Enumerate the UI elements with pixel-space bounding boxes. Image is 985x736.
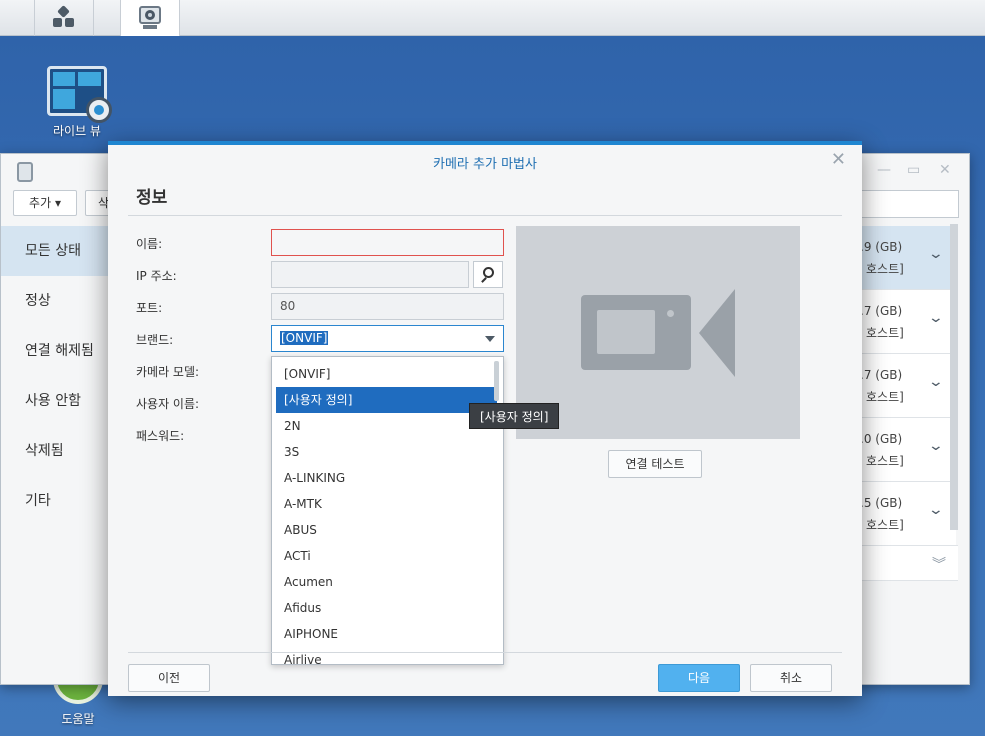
- camera-row[interactable]: .9 (GB) 호스트] ⌄: [852, 226, 956, 290]
- camera-storage-size: .9 (GB): [860, 240, 903, 254]
- main-menu-button[interactable]: [34, 0, 94, 36]
- previous-button[interactable]: 이전: [128, 664, 210, 692]
- dropdown-option[interactable]: ACTi: [272, 543, 503, 569]
- sidebar-item-all[interactable]: 모든 상태: [1, 226, 111, 276]
- camera-host: 호스트]: [866, 262, 904, 276]
- port-label: 포트:: [136, 301, 163, 315]
- add-camera-button[interactable]: 추가 ▾: [13, 190, 77, 216]
- scrollbar[interactable]: [494, 361, 499, 401]
- dropdown-option[interactable]: Airlive: [272, 647, 503, 664]
- brand-select[interactable]: [ONVIF]: [271, 325, 504, 352]
- password-label: 패스워드:: [136, 429, 185, 443]
- camera-row[interactable]: .7 (GB) 호스트] ⌄: [852, 290, 956, 354]
- dropdown-option[interactable]: [사용자 정의]: [276, 387, 497, 413]
- surveillance-camera-icon: [17, 162, 33, 182]
- dropdown-option[interactable]: Afidus: [272, 595, 503, 621]
- dialog-title: 카메라 추가 마법사: [433, 157, 537, 172]
- desktop-icon-label: 도움말: [61, 712, 95, 726]
- camera-storage-size: .7 (GB): [860, 304, 903, 318]
- surveillance-station-taskbar-button[interactable]: [120, 0, 180, 36]
- tooltip: [사용자 정의]: [469, 403, 560, 429]
- camera-row[interactable]: .5 (GB) 호스트] ⌄: [852, 482, 956, 546]
- video-camera-icon: [581, 295, 691, 370]
- camera-host: 호스트]: [866, 390, 904, 404]
- camera-row[interactable]: .0 (GB) 호스트] ⌄: [852, 418, 956, 482]
- search-input[interactable]: [861, 190, 959, 218]
- name-field[interactable]: [271, 229, 504, 256]
- cancel-button[interactable]: 취소: [750, 664, 832, 692]
- dropdown-option[interactable]: A-MTK: [272, 491, 503, 517]
- ip-label: IP 주소:: [136, 269, 177, 283]
- camera-host: 호스트]: [866, 518, 904, 532]
- sidebar-item-disconnected[interactable]: 연결 해제됨: [1, 326, 111, 376]
- chevron-down-icon[interactable]: ⌄: [928, 502, 944, 518]
- camera-storage-size: .7 (GB): [860, 368, 903, 382]
- close-icon[interactable]: ✕: [939, 162, 951, 178]
- dropdown-option[interactable]: A-LINKING: [272, 465, 503, 491]
- dropdown-option[interactable]: AIPHONE: [272, 621, 503, 647]
- dropdown-option[interactable]: ABUS: [272, 517, 503, 543]
- chevron-down-icon[interactable]: ⌄: [928, 374, 944, 390]
- double-chevron-down-icon[interactable]: ︾: [932, 554, 946, 574]
- add-camera-wizard-dialog: 카메라 추가 마법사 ✕ 정보 이름: IP 주소: 포트: 80 브랜드: […: [108, 141, 862, 696]
- scrollbar[interactable]: [950, 224, 958, 530]
- chevron-down-icon[interactable]: ⌄: [928, 438, 944, 454]
- section-title: 정보: [136, 188, 168, 208]
- chevron-down-icon[interactable]: ⌄: [928, 246, 944, 262]
- dropdown-option[interactable]: Acumen: [272, 569, 503, 595]
- divider: [128, 652, 842, 653]
- next-button[interactable]: 다음: [658, 664, 740, 692]
- load-more-row[interactable]: ︾: [852, 545, 958, 581]
- test-connection-button[interactable]: 연결 테스트: [608, 450, 702, 478]
- divider: [128, 215, 842, 216]
- camera-host: 호스트]: [866, 326, 904, 340]
- maximize-icon[interactable]: ▭: [907, 162, 920, 178]
- model-label: 카메라 모델:: [136, 365, 200, 379]
- sidebar-item-normal[interactable]: 정상: [1, 276, 111, 326]
- ip-address-field[interactable]: [271, 261, 469, 288]
- surveillance-camera-icon: [139, 6, 161, 29]
- camera-storage-size: .0 (GB): [860, 432, 903, 446]
- live-view-icon: [47, 66, 112, 123]
- taskbar: [0, 0, 985, 36]
- app-grid-icon: [53, 5, 75, 29]
- brand-label: 브랜드:: [136, 333, 174, 347]
- sidebar-item-deleted[interactable]: 삭제됨: [1, 426, 111, 476]
- name-label: 이름:: [136, 237, 163, 251]
- port-field[interactable]: 80: [271, 293, 504, 320]
- search-button[interactable]: [473, 261, 503, 288]
- desktop-icon-label: 라이브 뷰: [53, 124, 101, 138]
- close-icon[interactable]: ✕: [831, 149, 846, 170]
- chevron-down-icon[interactable]: ⌄: [928, 310, 944, 326]
- sidebar-item-other[interactable]: 기타: [1, 476, 111, 526]
- dropdown-option[interactable]: 3S: [272, 439, 503, 465]
- sidebar-item-disabled[interactable]: 사용 안함: [1, 376, 111, 426]
- brand-selected-value: [ONVIF]: [280, 331, 329, 345]
- minimize-icon[interactable]: —: [877, 162, 891, 178]
- chevron-down-icon[interactable]: [485, 336, 495, 342]
- camera-host: 호스트]: [866, 454, 904, 468]
- status-sidebar: 모든 상태 정상 연결 해제됨 사용 안함 삭제됨 기타: [1, 226, 111, 526]
- dropdown-option[interactable]: [ONVIF]: [272, 361, 503, 387]
- username-label: 사용자 이름:: [136, 397, 200, 411]
- desktop-icon-live-view[interactable]: 라이브 뷰: [32, 66, 122, 139]
- camera-row[interactable]: .7 (GB) 호스트] ⌄: [852, 354, 956, 418]
- camera-storage-size: .5 (GB): [860, 496, 903, 510]
